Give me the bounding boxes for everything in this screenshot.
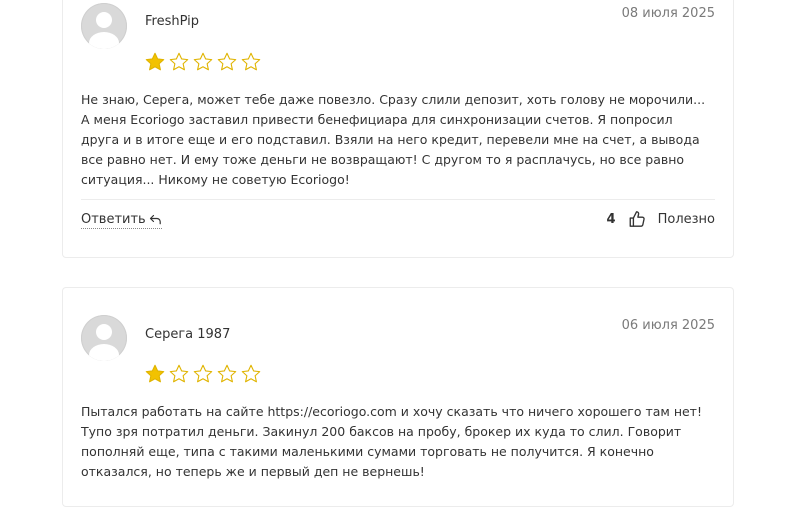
review-date: 08 июля 2025 <box>621 6 715 21</box>
star-empty-icon <box>217 364 237 383</box>
review-text-line: А меня Ecoriogo заставил привести бенефи… <box>81 112 673 127</box>
review-card: FreshPip 08 июля 2025 Не знаю, Серега, м… <box>62 0 734 258</box>
review-text-line: Тупо зря потратил деньги. Закинул 200 ба… <box>81 424 682 439</box>
star-filled-icon <box>145 52 165 71</box>
like-button[interactable]: 4 <box>607 210 646 228</box>
avatar <box>81 3 127 49</box>
reply-button[interactable]: Ответить <box>81 212 162 229</box>
user-avatar-icon <box>89 324 119 361</box>
avatar <box>81 315 127 361</box>
review-author: FreshPip <box>145 14 200 29</box>
star-empty-icon <box>169 364 189 383</box>
review-text-line: друга и в итоге еще и его подставил. Взя… <box>81 132 700 147</box>
star-empty-icon <box>217 52 237 71</box>
review-date: 06 июля 2025 <box>621 318 715 333</box>
likes-section: 4 Полезно <box>607 210 715 228</box>
review-text-line: Не знаю, Серега, может тебе даже повезло… <box>81 92 706 107</box>
review-text-line: Пытался работать на сайте https://ecorio… <box>81 404 702 419</box>
star-empty-icon <box>241 364 261 383</box>
reply-arrow-icon <box>149 214 161 225</box>
divider <box>81 199 715 200</box>
rating-stars <box>144 51 262 73</box>
star-empty-icon <box>193 52 213 71</box>
like-count: 4 <box>606 211 616 227</box>
useful-label: Полезно <box>657 211 715 227</box>
star-filled-icon <box>145 364 165 383</box>
rating-stars <box>144 363 262 385</box>
review-author: Серега 1987 <box>145 327 231 342</box>
star-empty-icon <box>169 52 189 71</box>
thumbs-up-icon <box>629 211 645 227</box>
review-text: Не знаю, Серега, может тебе даже повезло… <box>81 90 715 190</box>
review-text-line: отказался, но теперь же и первый деп не … <box>81 464 425 479</box>
review-text-line: ситуация... Никому не советую Ecoriogo! <box>81 172 350 187</box>
review-card: Серега 1987 06 июля 2025 Пытался работат… <box>62 287 734 507</box>
review-text-line: пополняй еще, типа с такими маленькими с… <box>81 444 654 459</box>
star-empty-icon <box>241 52 261 71</box>
reply-label: Ответить <box>81 212 146 227</box>
review-text-line: все равно нет. И ему тоже деньги не возв… <box>81 152 685 167</box>
review-text: Пытался работать на сайте https://ecorio… <box>81 402 715 482</box>
star-empty-icon <box>193 364 213 383</box>
user-avatar-icon <box>89 12 119 49</box>
